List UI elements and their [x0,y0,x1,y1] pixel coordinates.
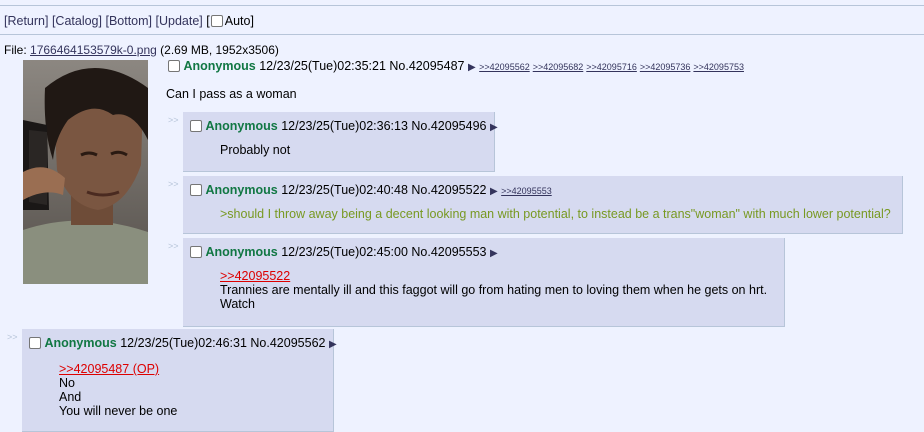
op-thumbnail[interactable] [23,60,148,284]
poster-name: Anonymous [44,336,117,350]
poster-name: Anonymous [205,245,278,259]
reply-header: Anonymous 12/23/25(Tue)02:36:13 No.42095… [190,119,498,133]
message-line: And [59,390,82,404]
poster-name: Anonymous [205,183,278,197]
post-number[interactable]: No.42095522 [411,183,486,197]
catalog-link[interactable]: [Catalog] [52,14,102,28]
top-navigation: [Return] [Catalog] [Bottom] [Update] [ Au… [4,14,254,28]
reply-message: >>42095522 Trannies are mentally ill and… [220,269,767,311]
poster-name: Anonymous [205,119,278,133]
auto-bracket-open: [ [206,14,210,28]
post-number[interactable]: No.42095487 [389,59,464,73]
bottom-link[interactable]: [Bottom] [105,14,152,28]
reply-indicator: >> [168,179,179,189]
file-meta: (2.69 MB, 1952x3506) [160,43,279,57]
quote-link[interactable]: >>42095522 [220,269,290,283]
auto-label: Auto] [224,14,254,28]
backlink[interactable]: >>42095736 [640,62,691,72]
auto-checkbox-icon[interactable] [210,15,223,27]
post-menu-arrow-icon[interactable]: ▶ [490,248,498,259]
reply-indicator: >> [168,115,179,125]
file-prefix: File: [4,43,27,57]
post-datetime: 12/23/25(Tue)02:46:31 [120,336,247,350]
post-number[interactable]: No.42095553 [411,245,486,259]
post-number[interactable]: No.42095562 [250,336,325,350]
reply-post: Anonymous 12/23/25(Tue)02:45:00 No.42095… [183,238,785,327]
backlinks: >>42095562 >>42095682 >>42095716 >>42095736… [479,59,747,73]
reply-indicator: >> [168,241,179,251]
reply-header: Anonymous 12/23/25(Tue)02:46:31 No.42095… [29,336,337,350]
checkbox-icon[interactable] [190,184,202,196]
post-menu-arrow-icon[interactable]: ▶ [490,122,498,133]
poster-name: Anonymous [183,59,256,73]
selfie-photo [23,60,148,284]
message-line: Watch [220,297,255,311]
message-line: Trannies are mentally ill and this faggo… [220,283,768,297]
file-info: File: 1766464153579k-0.png (2.69 MB, 195… [4,43,279,57]
reply-indicator: >> [7,332,18,342]
checkbox-icon[interactable] [29,337,41,349]
post-datetime: 12/23/25(Tue)02:40:48 [281,183,408,197]
reply-header: Anonymous 12/23/25(Tue)02:40:48 No.42095… [190,183,552,197]
reply-message: Probably not [220,143,291,157]
checkbox-icon[interactable] [190,246,202,258]
backlink[interactable]: >>42095562 [479,62,530,72]
message-line: You will never be one [59,404,178,418]
checkbox-icon[interactable] [168,60,180,72]
backlink[interactable]: >>42095716 [586,62,637,72]
op-post-header: Anonymous 12/23/25(Tue)02:35:21 No.42095… [168,59,747,73]
post-number[interactable]: No.42095496 [411,119,486,133]
op-message: Can I pass as a woman [166,87,297,101]
backlink[interactable]: >>42095682 [533,62,584,72]
post-datetime: 12/23/25(Tue)02:36:13 [281,119,408,133]
post-menu-arrow-icon[interactable]: ▶ [329,339,337,350]
message-line: No [59,376,75,390]
reply-post: Anonymous 12/23/25(Tue)02:36:13 No.42095… [183,112,498,172]
reply-message: >>42095487 (OP) No And You will never be… [59,362,177,418]
checkbox-icon[interactable] [190,120,202,132]
return-link[interactable]: [Return] [4,14,48,28]
update-link[interactable]: [Update] [156,14,203,28]
greentext-quote: >should I throw away being a decent look… [220,207,891,221]
backlink[interactable]: >>42095553 [501,186,552,196]
post-datetime: 12/23/25(Tue)02:35:21 [259,59,386,73]
reply-post: Anonymous 12/23/25(Tue)02:40:48 No.42095… [183,176,903,234]
reply-post: Anonymous 12/23/25(Tue)02:46:31 No.42095… [22,329,337,432]
nav-divider [0,34,924,35]
post-datetime: 12/23/25(Tue)02:45:00 [281,245,408,259]
top-divider [0,5,924,6]
quote-link[interactable]: >>42095487 (OP) [59,362,159,376]
backlink[interactable]: >>42095753 [693,62,744,72]
post-menu-arrow-icon[interactable]: ▶ [468,62,476,73]
reply-header: Anonymous 12/23/25(Tue)02:45:00 No.42095… [190,245,498,259]
file-link[interactable]: 1766464153579k-0.png [30,43,157,57]
post-menu-arrow-icon[interactable]: ▶ [490,186,498,197]
